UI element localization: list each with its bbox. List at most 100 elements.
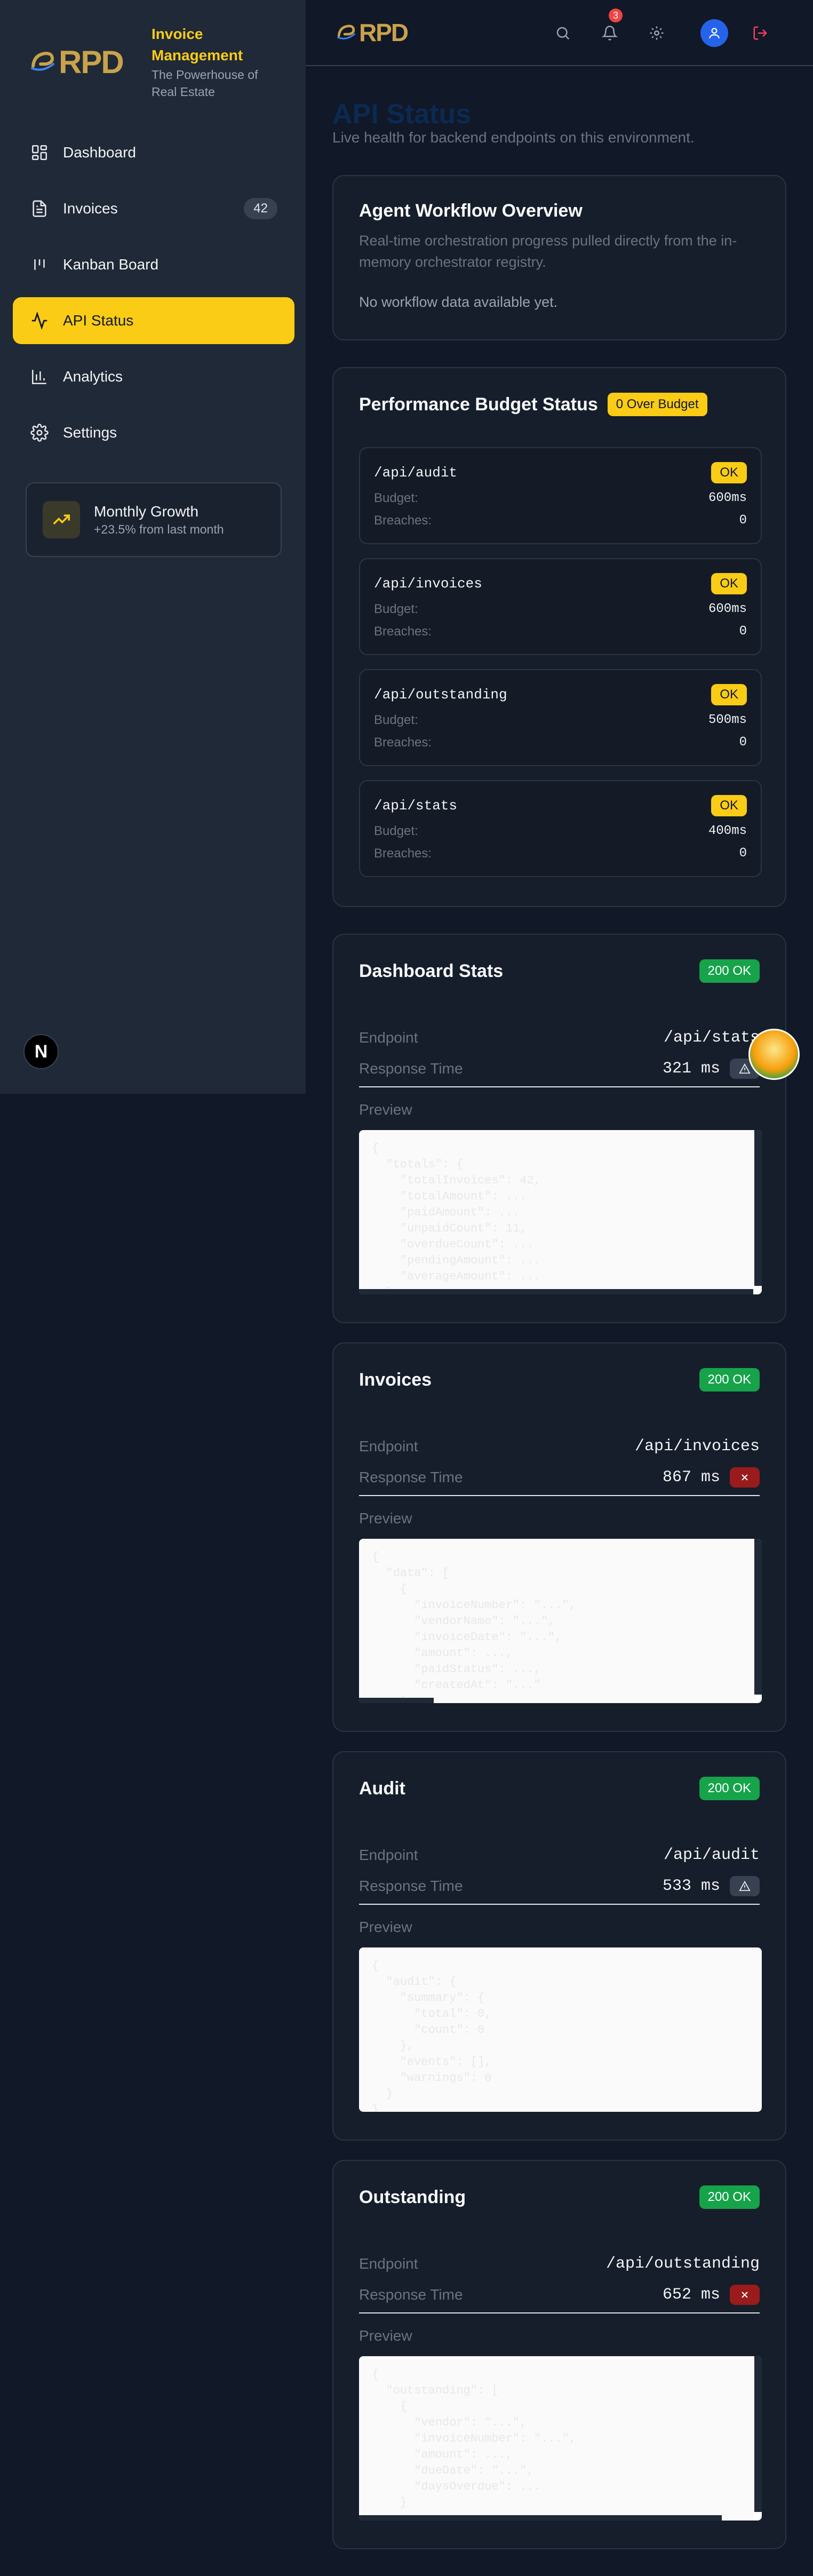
budget-item: /api/audit OK Budget: 600ms Breaches: 0 (359, 447, 762, 544)
bell-icon[interactable]: 3 (598, 9, 623, 45)
json-preview[interactable]: { "totals": { "totalInvoices": 42, "tota… (359, 1130, 762, 1294)
close-icon (730, 1467, 760, 1488)
bar-chart-icon (30, 367, 49, 386)
sidebar-item-label: Settings (63, 424, 117, 441)
rpd-logo-icon (31, 51, 54, 71)
budget-value: 600ms (708, 602, 747, 616)
json-preview[interactable]: { "outstanding": [ { "vendor": "...", "i… (359, 2356, 762, 2521)
preview-label: Preview (359, 1919, 412, 1935)
response-time-label: Response Time (359, 1878, 463, 1894)
divider (359, 1904, 760, 1905)
growth-subtitle: +23.5% from last month (94, 522, 224, 536)
performance-budget-card: Performance Budget Status 0 Over Budget … (332, 367, 786, 907)
response-time-label: Response Time (359, 1469, 463, 1485)
json-preview[interactable]: { "audit": { "summary": { "total": 0, "c… (359, 1947, 762, 2112)
divider (359, 2312, 760, 2313)
endpoint-card-stats: Dashboard Stats 200 OK Endpoint/api/stat… (332, 934, 786, 1323)
sidebar-item-analytics[interactable]: Analytics (13, 353, 294, 400)
scrollbar-vertical[interactable] (754, 1539, 762, 1703)
status-badge: 200 OK (699, 2185, 760, 2209)
endpoint-label: Endpoint (359, 1847, 418, 1863)
status-badge: 200 OK (699, 959, 760, 983)
sidebar-item-settings[interactable]: Settings (13, 409, 294, 456)
json-preview[interactable]: { "data": [ { "invoiceNumber": "...", "v… (359, 1539, 762, 1703)
brand-title: Invoice Management (152, 26, 243, 63)
dev-tools-badge[interactable]: N (23, 1034, 59, 1069)
brand-subtitle: The Powerhouse of Real Estate (152, 68, 258, 99)
top-bar: RPD 3 (306, 0, 813, 66)
agent-workflow-card: Agent Workflow Overview Real-time orches… (332, 175, 786, 340)
assistant-avatar[interactable] (748, 1029, 800, 1080)
budget-endpoint: /api/outstanding (374, 687, 507, 703)
breaches-label: Breaches: (374, 624, 432, 639)
logo-text: RPD (359, 19, 409, 46)
logo-text: RPD (59, 44, 124, 80)
logo: RPD (29, 43, 141, 81)
search-icon[interactable] (551, 21, 575, 45)
endpoint-label: Endpoint (359, 2255, 418, 2272)
budget-value: 400ms (708, 824, 747, 838)
page-title: API Status (332, 99, 472, 130)
gear-icon[interactable] (645, 21, 668, 45)
sidebar-item-api-status[interactable]: API Status (13, 297, 294, 344)
breaches-value: 0 (739, 846, 747, 861)
budget-item: /api/invoices OK Budget: 600ms Breaches: 0 (359, 558, 762, 655)
over-budget-badge: 0 Over Budget (607, 393, 707, 416)
status-badge: OK (711, 795, 747, 816)
sidebar-item-kanban[interactable]: Kanban Board (13, 241, 294, 288)
user-avatar[interactable] (700, 19, 728, 47)
sidebar-item-label: Dashboard (63, 144, 136, 161)
trending-up-icon (43, 501, 80, 538)
sidebar-nav: Dashboard Invoices 42 Kanban Board API S… (13, 129, 294, 465)
json-preview-text: { "audit": { "summary": { "total": 0, "c… (372, 1959, 492, 2112)
sidebar-item-label: Kanban Board (63, 256, 159, 273)
card-title: Agent Workflow Overview (359, 201, 583, 221)
endpoint-path: /api/invoices (634, 1437, 760, 1456)
budget-endpoint: /api/stats (374, 798, 458, 814)
endpoint-path: /api/outstanding (605, 2255, 760, 2273)
budget-value: 500ms (708, 713, 747, 727)
sidebar-item-label: Invoices (63, 200, 118, 217)
budget-label: Budget: (374, 713, 418, 727)
budget-label: Budget: (374, 491, 418, 505)
endpoint-card-outstanding: Outstanding 200 OK Endpoint/api/outstand… (332, 2160, 786, 2549)
budget-value: 600ms (708, 491, 747, 505)
sidebar-item-dashboard[interactable]: Dashboard (13, 129, 294, 176)
logout-icon[interactable] (748, 21, 772, 45)
scrollbar-horizontal[interactable] (359, 2515, 722, 2521)
scroll-corner (753, 1695, 762, 1703)
brand[interactable]: RPD Invoice Management The Powerhouse of… (29, 23, 274, 100)
scrollbar-horizontal[interactable] (359, 1698, 434, 1703)
endpoint-label: Endpoint (359, 1029, 418, 1046)
endpoint-path: /api/stats (663, 1029, 760, 1047)
card-title: Outstanding (359, 2187, 466, 2207)
budget-endpoint: /api/invoices (374, 576, 482, 592)
topbar-logo[interactable]: RPD (336, 18, 409, 47)
rpd-logo-icon (337, 25, 355, 39)
scrollbar-horizontal[interactable] (359, 1289, 754, 1294)
empty-state: No workflow data available yet. (359, 294, 558, 310)
status-badge: OK (711, 462, 747, 483)
scrollbar-vertical[interactable] (754, 1130, 762, 1294)
json-preview-text: { "totals": { "totalInvoices": 42, "tota… (372, 1142, 541, 1294)
budget-label: Budget: (374, 602, 418, 616)
scroll-corner (753, 2512, 762, 2521)
activity-icon (30, 311, 49, 330)
document-icon (30, 199, 49, 218)
sidebar-item-invoices[interactable]: Invoices 42 (13, 185, 294, 232)
preview-label: Preview (359, 2327, 412, 2344)
breaches-label: Breaches: (374, 846, 432, 861)
card-description: Real-time orchestration progress pulled … (359, 233, 737, 270)
response-time-value: 533 ms (662, 1877, 720, 1895)
sidebar-item-label: Analytics (63, 368, 123, 385)
scrollbar-vertical[interactable] (754, 2356, 762, 2521)
notification-count: 3 (609, 9, 623, 22)
breaches-label: Breaches: (374, 735, 432, 750)
breaches-label: Breaches: (374, 513, 432, 528)
budget-item: /api/outstanding OK Budget: 500ms Breache… (359, 669, 762, 766)
invoice-count-badge: 42 (244, 198, 277, 219)
divider (359, 1495, 760, 1496)
card-title: Invoices (359, 1369, 432, 1390)
warning-icon (730, 1876, 760, 1896)
budget-label: Budget: (374, 824, 418, 838)
